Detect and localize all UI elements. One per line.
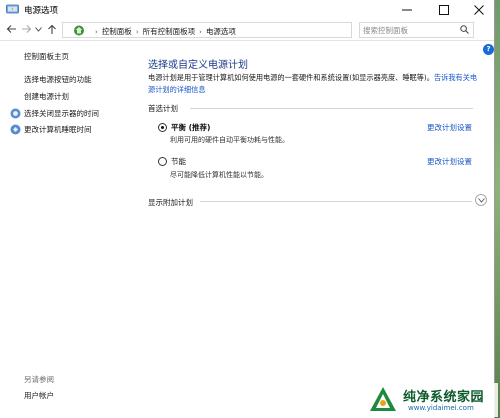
page-description: 电源计划是用于管理计算机如何使用电源的一套硬件和系统设置(如显示器亮度、睡眠等)…	[148, 72, 478, 96]
power-saver-change-settings-link[interactable]: 更改计划设置	[427, 156, 472, 167]
navigation-bar: › 控制面板 › 所有控制面板项 › 电源选项	[0, 19, 494, 41]
group-divider	[200, 201, 472, 202]
watermark-url: www.yidaimei.com	[408, 404, 474, 412]
shield-icon	[10, 108, 21, 119]
up-arrow-icon[interactable]	[45, 21, 59, 37]
forward-arrow-icon[interactable]	[19, 21, 33, 37]
breadcrumb-all-items[interactable]: 所有控制面板项	[143, 26, 196, 37]
sidebar: 控制面板主页 选择电源按钮的功能 创建电源计划 选择关闭显示器的时间 更改计算机…	[0, 42, 140, 418]
description-text: 电源计划是用于管理计算机如何使用电源的一套硬件和系统设置(如显示器亮度、睡眠等)…	[148, 73, 434, 82]
maximize-button[interactable]	[429, 0, 459, 19]
site-watermark: 纯净系统家园 www.yidaimei.com	[368, 383, 498, 417]
sidebar-item-power-button-function[interactable]: 选择电源按钮的功能	[24, 74, 92, 85]
close-button[interactable]	[464, 0, 494, 19]
back-arrow-icon[interactable]	[4, 21, 18, 37]
main-content: 选择或自定义电源计划 电源计划是用于管理计算机如何使用电源的一套硬件和系统设置(…	[140, 42, 490, 418]
power-options-window: 电源选项 › 控制面板 › 所有控制面板项 › 电源选项 搜索控制面板 ? 控制…	[0, 0, 495, 418]
breadcrumb-separator-icon: ›	[135, 27, 139, 36]
breadcrumb-separator-icon: ›	[95, 27, 98, 36]
watermark-title: 纯净系统家园	[403, 390, 485, 405]
sidebar-item-control-panel-home[interactable]: 控制面板主页	[24, 51, 69, 62]
preferred-plans-header: 首选计划	[148, 104, 178, 113]
breadcrumb: › 控制面板 › 所有控制面板项 › 电源选项	[91, 26, 236, 37]
page-title: 选择或自定义电源计划	[148, 60, 248, 71]
shield-icon	[10, 124, 21, 135]
power-saver-plan-name[interactable]: 节能	[171, 156, 186, 167]
search-box[interactable]	[359, 22, 474, 38]
see-also-label: 另请参阅	[24, 375, 54, 384]
watermark-logo-icon	[368, 385, 398, 415]
show-additional-plans-header[interactable]: 显示附加计划	[148, 197, 193, 208]
breadcrumb-separator-icon: ›	[199, 27, 202, 36]
address-bar[interactable]: › 控制面板 › 所有控制面板项 › 电源选项	[62, 22, 411, 38]
breadcrumb-control-panel[interactable]: 控制面板	[102, 26, 132, 37]
expand-chevron-icon[interactable]	[475, 194, 487, 206]
group-divider	[190, 108, 473, 109]
power-options-app-icon	[6, 3, 19, 15]
balanced-plan-description: 利用可用的硬件自动平衡功耗与性能。	[170, 136, 289, 144]
control-panel-icon	[73, 25, 85, 36]
window-title: 电源选项	[24, 6, 59, 16]
balanced-plan-name[interactable]: 平衡 (推荐)	[171, 122, 210, 133]
power-saver-plan-description: 尽可能降低计算机性能以节能。	[170, 171, 268, 179]
balanced-change-settings-link[interactable]: 更改计划设置	[427, 122, 472, 133]
sidebar-item-display-off-time[interactable]: 选择关闭显示器的时间	[24, 108, 99, 119]
sidebar-item-user-accounts[interactable]: 用户帐户	[24, 390, 54, 401]
search-input[interactable]	[363, 24, 455, 36]
power-saver-plan-radio[interactable]	[158, 157, 167, 166]
minimize-button[interactable]	[392, 0, 422, 19]
sidebar-item-create-power-plan[interactable]: 创建电源计划	[24, 91, 69, 102]
sidebar-item-sleep-time[interactable]: 更改计算机睡眠时间	[24, 124, 92, 135]
breadcrumb-power-options[interactable]: 电源选项	[206, 26, 236, 37]
title-bar[interactable]: 电源选项	[0, 0, 494, 19]
search-icon[interactable]	[460, 25, 469, 36]
balanced-plan-radio[interactable]	[158, 123, 167, 132]
recent-locations-chevron-icon[interactable]	[33, 21, 43, 37]
